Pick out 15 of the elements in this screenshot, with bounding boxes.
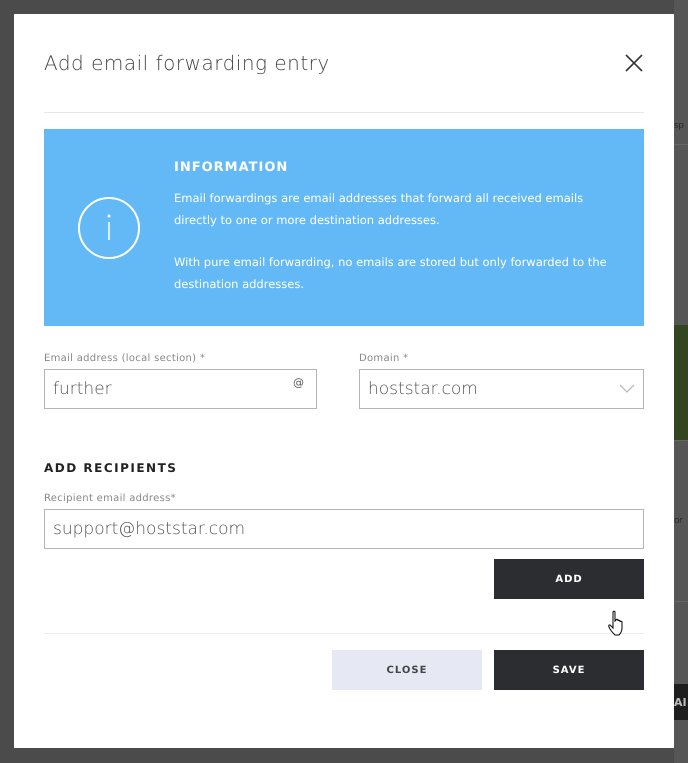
field-label: Email address (local section) * <box>44 353 206 364</box>
dialog-title: Add email forwarding entry <box>44 51 330 75</box>
section-heading: ADD RECIPIENTS <box>44 461 178 475</box>
info-text: With pure email forwarding, no emails are stored but only forwarded to the destination addresses. <box>174 254 608 293</box>
recipient-email-field[interactable]: support@hoststar.com <box>44 509 644 549</box>
info-text: Email forwardings are email addresses that forward all received emails directly to one or more destination addresses. <box>174 190 584 229</box>
save-button[interactable]: SAVE <box>494 650 644 690</box>
field-label: Domain * <box>359 353 410 364</box>
info-heading: INFORMATION <box>174 160 290 175</box>
field-label: Recipient email address* <box>44 493 177 504</box>
close-button[interactable]: CLOSE <box>332 650 482 690</box>
at-sign: @ <box>293 376 304 389</box>
domain-select[interactable]: hoststar.com <box>359 369 644 409</box>
add-button[interactable]: ADD <box>494 559 644 599</box>
email-local-field[interactable]: further @ <box>44 369 317 409</box>
